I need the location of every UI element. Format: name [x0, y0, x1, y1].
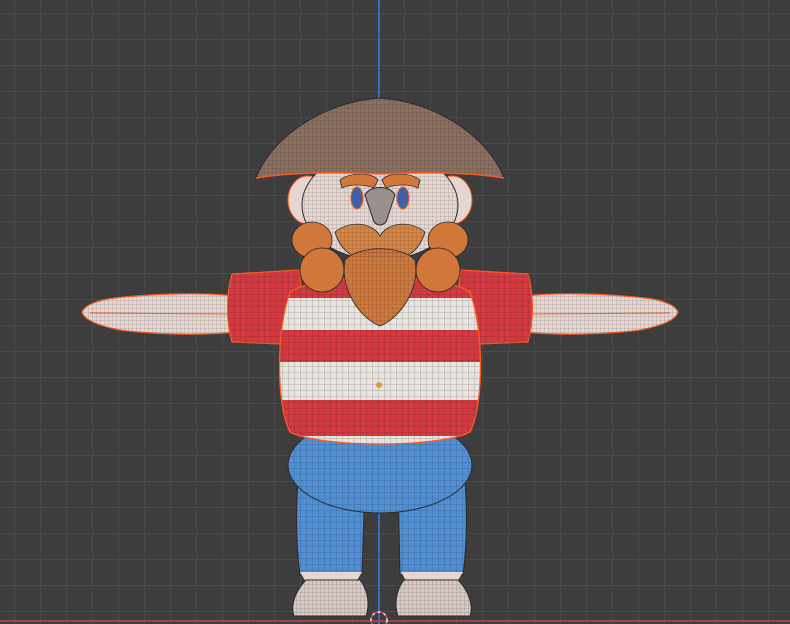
- right-foot[interactable]: [395, 579, 472, 617]
- object-origin-dot: [376, 382, 382, 388]
- left-foot[interactable]: [292, 579, 369, 617]
- right-hand[interactable]: [524, 293, 679, 335]
- 3d-viewport[interactable]: [0, 0, 790, 624]
- pirate-character-mesh[interactable]: [0, 0, 790, 624]
- left-hand[interactable]: [81, 293, 236, 335]
- 3d-cursor-icon[interactable]: [370, 611, 388, 624]
- pirate-hat[interactable]: [255, 97, 505, 179]
